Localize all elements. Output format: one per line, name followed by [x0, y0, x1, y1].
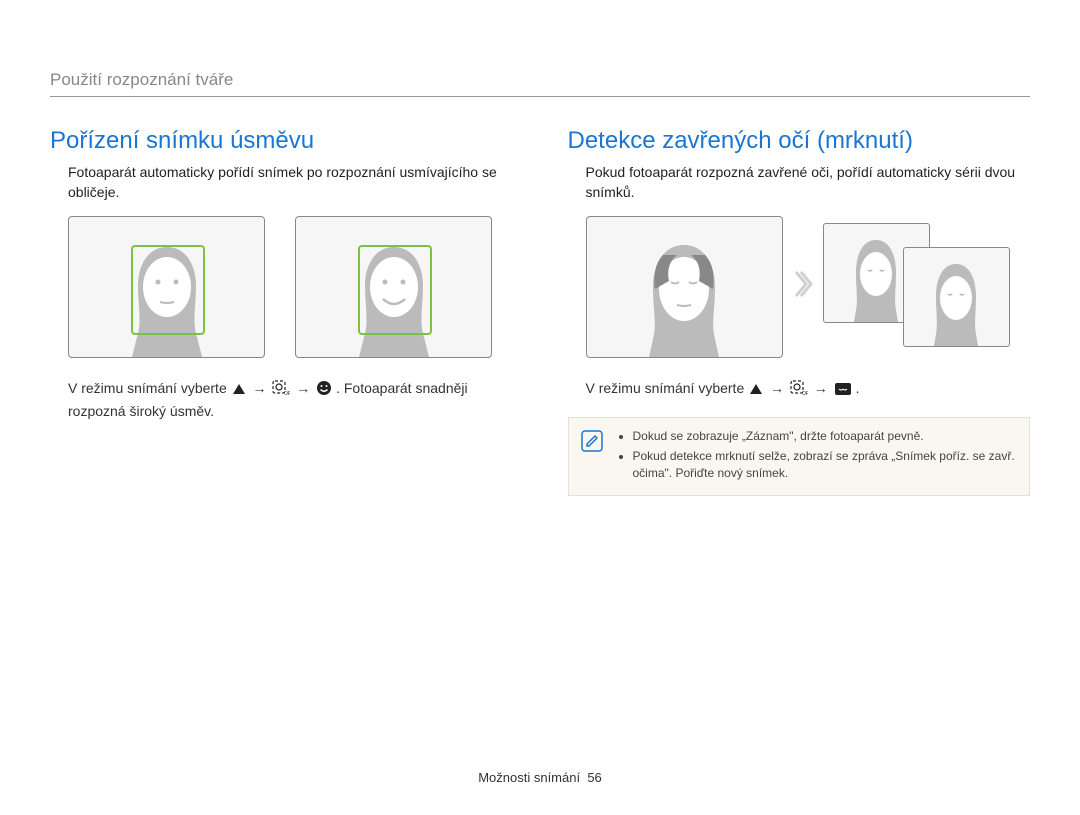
- footer-section: Možnosti snímání: [478, 770, 580, 785]
- smile-illustration-row: [68, 216, 513, 358]
- chevron-right-icon: [793, 269, 813, 306]
- note-pencil-icon: [581, 428, 605, 484]
- svg-text:OFF: OFF: [284, 391, 290, 396]
- breadcrumb: Použití rozpoznání tváře: [50, 70, 1030, 97]
- right-instr-prefix: V režimu snímání vyberte: [586, 380, 749, 396]
- face-detect-off-icon: OFF: [790, 380, 808, 401]
- note-box: Dokud se zobrazuje „Záznam", držte fotoa…: [568, 417, 1031, 495]
- up-triangle-icon: [231, 381, 247, 401]
- left-section-title: Pořízení snímku úsměvu: [50, 127, 513, 155]
- left-instruction: V režimu snímání vyberte → OFF → . Fotoa…: [50, 378, 513, 422]
- right-description: Pokud fotoaparát rozpozná zavřené oči, p…: [568, 163, 1031, 202]
- right-instr-suffix: .: [856, 380, 860, 396]
- left-instr-prefix: V režimu snímání vyberte: [68, 380, 231, 396]
- note-list: Dokud se zobrazuje „Záznam", držte fotoa…: [617, 428, 1018, 484]
- face-detect-off-icon: OFF: [272, 380, 290, 401]
- illustration-face-smiling: [295, 216, 492, 358]
- arrow-icon: →: [770, 380, 784, 396]
- illustration-face-neutral: [68, 216, 265, 358]
- right-instruction: V režimu snímání vyberte → OFF → .: [568, 378, 1031, 401]
- blink-illustration-row: [586, 216, 1031, 358]
- up-triangle-icon: [748, 381, 764, 401]
- page-footer: Možnosti snímání 56: [0, 770, 1080, 785]
- arrow-icon: →: [814, 380, 828, 396]
- note-item: Dokud se zobrazuje „Záznam", držte fotoa…: [633, 428, 1018, 445]
- note-item: Pokud detekce mrknutí selže, zobrazí se …: [633, 448, 1018, 483]
- footer-page-number: 56: [587, 770, 601, 785]
- blink-detect-icon: [834, 381, 852, 401]
- smile-face-icon: [316, 380, 332, 401]
- arrow-icon: →: [296, 380, 310, 396]
- blink-result-thumbnails: [823, 217, 1023, 357]
- left-description: Fotoaparát automaticky pořídí snímek po …: [50, 163, 513, 202]
- svg-text:OFF: OFF: [802, 391, 808, 396]
- thumbnail-2: [903, 247, 1010, 347]
- right-section-title: Detekce zavřených očí (mrknutí): [568, 127, 1031, 155]
- arrow-icon: →: [253, 380, 267, 396]
- illustration-eyes-closed: [586, 216, 783, 358]
